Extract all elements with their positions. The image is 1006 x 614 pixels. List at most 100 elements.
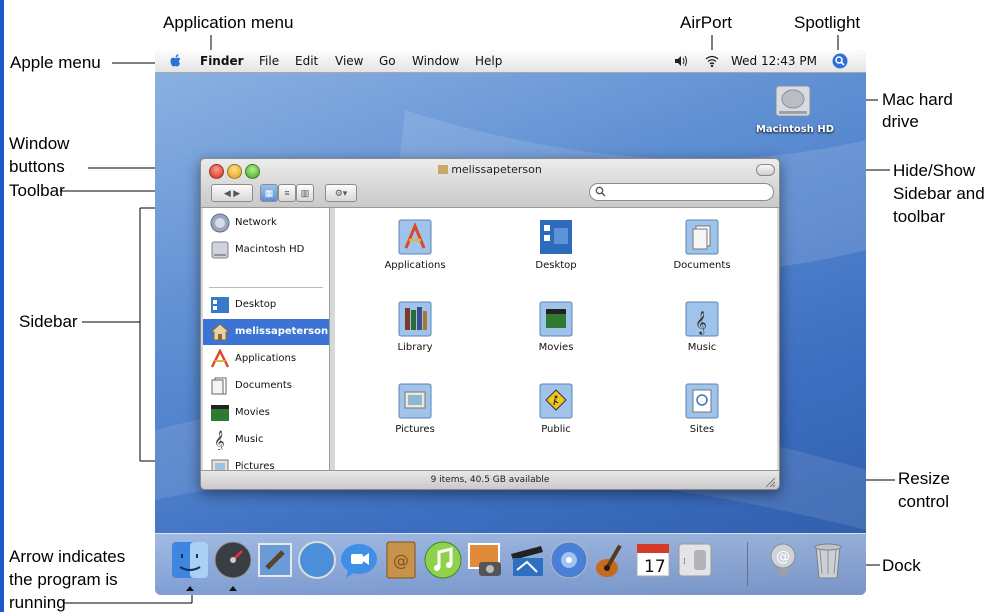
window-title: melissapeterson — [201, 163, 779, 176]
menu-edit[interactable]: Edit — [295, 54, 318, 68]
address-book-icon[interactable]: @ — [381, 540, 421, 582]
folder-item[interactable]: Library — [360, 298, 470, 378]
dock-separator — [747, 542, 748, 586]
list-view-button[interactable]: ≡ — [278, 184, 296, 202]
annotation-window-buttons-1: Window — [9, 134, 70, 153]
imovie-icon[interactable] — [507, 540, 547, 582]
svg-text:𝄞: 𝄞 — [695, 310, 707, 335]
music-icon: 𝄞 — [214, 431, 225, 450]
hide-show-toolbar-button[interactable] — [756, 164, 775, 176]
running-indicator-finder — [186, 586, 194, 591]
menu-go[interactable]: Go — [379, 54, 396, 68]
folder-label: Music — [687, 342, 717, 353]
search-icon — [595, 186, 606, 197]
column-view-icon: ▥ — [300, 188, 310, 198]
sidebar-item-applications[interactable]: Applications — [203, 346, 329, 372]
apple-icon[interactable] — [168, 53, 184, 69]
harddrive-desktop-label[interactable]: Macintosh HD — [750, 124, 840, 135]
sidebar-item-label: Desktop — [235, 299, 277, 310]
public-folder-icon — [539, 383, 573, 419]
forward-arrow-icon[interactable]: ▶ — [233, 188, 240, 198]
status-bar: 9 items, 40.5 GB available — [201, 470, 779, 489]
sidebar-item-macintosh-hd[interactable]: Macintosh HD — [203, 237, 329, 263]
sidebar-item-label: Macintosh HD — [235, 244, 305, 255]
folder-item[interactable]: Sites — [647, 380, 757, 460]
downloads-stack-icon[interactable]: @ — [763, 540, 803, 582]
finder-window: melissapeterson ◀ ▶ ▦ ≡ ▥ ⚙▾ Network Mac… — [200, 158, 780, 490]
column-view-button[interactable]: ▥ — [296, 184, 314, 202]
spotlight-icon[interactable] — [832, 53, 848, 69]
menu-clock[interactable]: Wed 12:43 PM — [731, 54, 817, 68]
search-field[interactable] — [589, 183, 774, 201]
ichat-icon[interactable] — [339, 540, 379, 582]
annotation-apple-menu: Apple menu — [10, 53, 101, 72]
menu-file[interactable]: File — [259, 54, 279, 68]
applications-icon — [210, 349, 230, 368]
menu-bar: Finder File Edit View Go Window Help Wed… — [155, 50, 866, 73]
sidebar-item-network[interactable]: Network — [203, 210, 329, 236]
svg-text:@: @ — [776, 549, 790, 565]
mail-icon[interactable] — [255, 540, 295, 582]
music-folder-icon: 𝄞 — [685, 301, 719, 337]
dashboard-icon[interactable] — [213, 540, 253, 582]
folder-label: Documents — [673, 260, 731, 271]
folder-item[interactable]: Public — [501, 380, 611, 460]
folder-item[interactable]: Documents — [647, 216, 757, 296]
folder-label: Desktop — [535, 260, 577, 271]
sidebar-item-desktop[interactable]: Desktop — [203, 292, 329, 318]
icon-view-button[interactable]: ▦ — [260, 184, 278, 202]
annotation-application-menu: Application menu — [163, 13, 294, 32]
airport-icon[interactable] — [704, 53, 720, 68]
folder-item[interactable]: Desktop — [501, 216, 611, 296]
resize-grip-icon[interactable] — [764, 476, 776, 488]
action-menu-button[interactable]: ⚙▾ — [325, 184, 357, 202]
idvd-icon[interactable] — [549, 540, 589, 582]
safari-icon[interactable] — [297, 540, 337, 582]
menu-finder[interactable]: Finder — [200, 54, 244, 68]
annotation-hide-show-1: Hide/Show — [893, 161, 976, 180]
library-folder-icon — [398, 301, 432, 337]
running-indicator-dashboard — [229, 586, 237, 591]
svg-text:17: 17 — [644, 557, 666, 577]
folder-item[interactable]: Pictures — [360, 380, 470, 460]
back-arrow-icon[interactable]: ◀ — [224, 188, 231, 198]
back-forward-button[interactable]: ◀ ▶ — [211, 184, 253, 202]
menu-window[interactable]: Window — [412, 54, 459, 68]
iphoto-icon[interactable] — [465, 540, 505, 582]
network-icon — [210, 213, 230, 233]
sites-folder-icon — [685, 383, 719, 419]
folder-item[interactable]: 𝄞 Music — [647, 298, 757, 378]
garageband-icon[interactable] — [591, 540, 631, 582]
itunes-icon[interactable] — [423, 540, 463, 582]
sidebar-item-home[interactable]: melissapeterson — [203, 319, 329, 345]
annotation-spotlight: Spotlight — [794, 13, 861, 32]
desktop-icon — [211, 297, 229, 313]
window-titlebar[interactable]: melissapeterson ◀ ▶ ▦ ≡ ▥ ⚙▾ — [201, 159, 779, 208]
content-area: Applications Desktop Documents Library M… — [335, 208, 777, 470]
sidebar-item-label: Network — [235, 217, 277, 228]
mac-desktop: Finder File Edit View Go Window Help Wed… — [155, 50, 866, 595]
sidebar-item-label: Applications — [235, 353, 297, 364]
sidebar-item-movies[interactable]: Movies — [203, 400, 329, 426]
documents-folder-icon — [685, 219, 719, 255]
menu-help[interactable]: Help — [475, 54, 502, 68]
finder-icon[interactable] — [170, 540, 210, 582]
movies-folder-icon — [539, 301, 573, 337]
window-title-text: melissapeterson — [451, 163, 542, 176]
annotation-airport: AirPort — [680, 13, 732, 32]
trash-icon[interactable] — [808, 540, 848, 582]
svg-text:⁞: ⁞ — [683, 557, 686, 567]
sidebar-item-documents[interactable]: Documents — [203, 373, 329, 399]
annotation-dock: Dock — [882, 556, 921, 575]
folder-item[interactable]: Movies — [501, 298, 611, 378]
folder-item[interactable]: Applications — [360, 216, 470, 296]
harddrive-desktop-icon[interactable] — [773, 80, 813, 122]
folder-label: Library — [397, 342, 433, 353]
menu-view[interactable]: View — [335, 54, 363, 68]
sidebar-item-music[interactable]: 𝄞 Music — [203, 427, 329, 453]
preferences-icon[interactable]: ⁞ — [675, 540, 715, 582]
gear-icon: ⚙▾ — [334, 188, 348, 198]
annotation-hide-show-2: Sidebar and — [893, 184, 985, 203]
volume-icon[interactable] — [674, 55, 688, 67]
ical-icon[interactable]: 17 — [633, 540, 673, 582]
